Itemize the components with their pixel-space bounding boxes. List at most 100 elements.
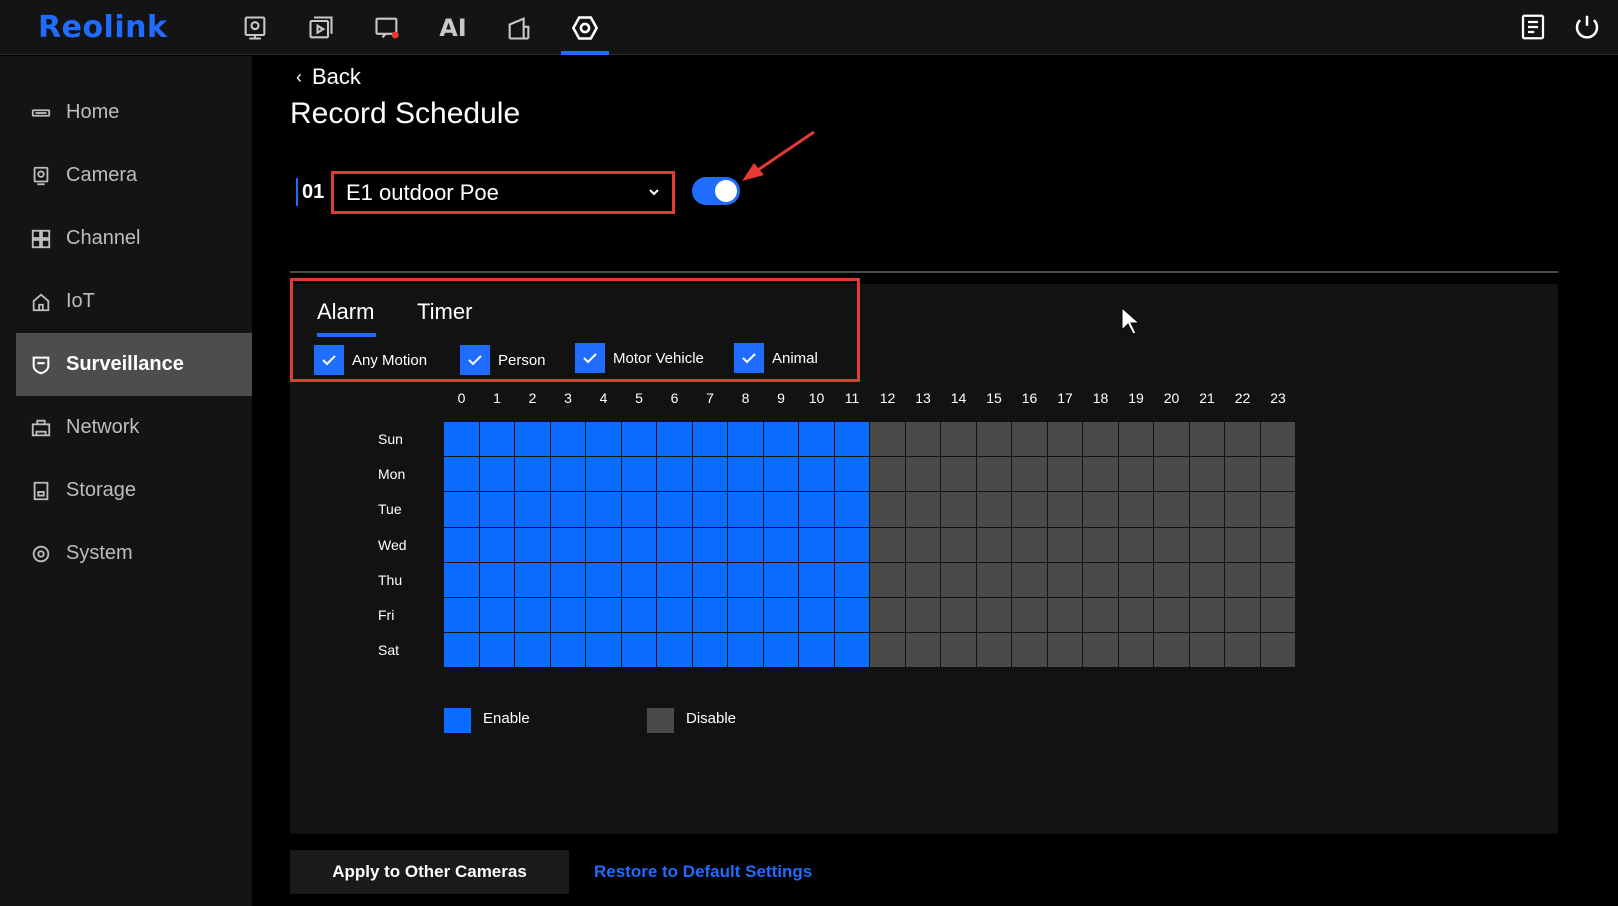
schedule-cell[interactable] [905,422,941,458]
schedule-cell[interactable] [444,562,480,598]
schedule-cell[interactable] [657,562,693,598]
schedule-cell[interactable] [657,457,693,493]
schedule-cell[interactable] [728,597,764,634]
schedule-cell[interactable] [799,597,835,634]
camera-select[interactable]: E1 outdoor Poe [331,171,675,214]
schedule-cell[interactable] [1012,492,1048,528]
schedule-cell[interactable] [692,633,728,669]
schedule-cell[interactable] [834,633,870,669]
schedule-cell[interactable] [905,633,941,669]
schedule-cell[interactable] [515,597,551,634]
schedule-cell[interactable] [1189,562,1225,598]
schedule-cell[interactable] [941,457,977,493]
schedule-cell[interactable] [657,492,693,528]
schedule-cell[interactable] [1012,597,1048,634]
schedule-cell[interactable] [763,633,799,669]
schedule-cell[interactable] [657,597,693,634]
sidebar-item-network[interactable]: Network [16,396,252,459]
schedule-cell[interactable] [1012,422,1048,458]
schedule-cell[interactable] [621,633,657,669]
schedule-cell[interactable] [550,562,586,598]
schedule-cell[interactable] [834,527,870,563]
apply-to-other-cameras-button[interactable]: Apply to Other Cameras [290,850,569,894]
schedule-cell[interactable] [905,597,941,634]
schedule-cell[interactable] [941,633,977,669]
schedule-cell[interactable] [834,457,870,493]
schedule-cell[interactable] [444,527,480,563]
tab-alarm[interactable]: Alarm [317,299,377,337]
schedule-cell[interactable] [621,562,657,598]
checkbox-motor-vehicle[interactable]: Motor Vehicle [575,343,704,373]
schedule-cell[interactable] [621,492,657,528]
schedule-cell[interactable] [728,633,764,669]
schedule-cell[interactable] [976,562,1012,598]
schedule-cell[interactable] [728,457,764,493]
schedule-cell[interactable] [1225,597,1261,634]
schedule-cell[interactable] [692,422,728,458]
schedule-enable-toggle[interactable] [692,177,740,205]
schedule-cell[interactable] [586,457,622,493]
schedule-cell[interactable] [692,562,728,598]
schedule-grid[interactable] [444,422,1296,669]
schedule-cell[interactable] [1012,527,1048,563]
schedule-cell[interactable] [905,527,941,563]
sidebar-item-iot[interactable]: IoT [16,270,252,333]
schedule-cell[interactable] [550,492,586,528]
schedule-cell[interactable] [1225,633,1261,669]
sidebar-item-camera[interactable]: Camera [16,144,252,207]
schedule-cell[interactable] [479,422,515,458]
schedule-cell[interactable] [728,562,764,598]
schedule-cell[interactable] [515,492,551,528]
schedule-cell[interactable] [728,492,764,528]
schedule-cell[interactable] [905,457,941,493]
schedule-cell[interactable] [1012,562,1048,598]
schedule-cell[interactable] [621,422,657,458]
schedule-cell[interactable] [550,422,586,458]
schedule-cell[interactable] [1118,457,1154,493]
schedule-cell[interactable] [1154,492,1190,528]
schedule-cell[interactable] [1118,422,1154,458]
schedule-cell[interactable] [763,492,799,528]
schedule-cell[interactable] [444,457,480,493]
schedule-cell[interactable] [1225,422,1261,458]
schedule-cell[interactable] [444,492,480,528]
schedule-cell[interactable] [1225,457,1261,493]
schedule-cell[interactable] [1083,422,1119,458]
schedule-cell[interactable] [1189,457,1225,493]
schedule-cell[interactable] [586,422,622,458]
schedule-cell[interactable] [941,527,977,563]
schedule-cell[interactable] [1083,492,1119,528]
schedule-cell[interactable] [976,422,1012,458]
schedule-cell[interactable] [1118,597,1154,634]
schedule-cell[interactable] [550,527,586,563]
schedule-cell[interactable] [941,492,977,528]
schedule-cell[interactable] [870,597,906,634]
schedule-cell[interactable] [1118,527,1154,563]
schedule-cell[interactable] [870,492,906,528]
schedule-cell[interactable] [1260,597,1296,634]
schedule-cell[interactable] [1118,633,1154,669]
schedule-cell[interactable] [1012,457,1048,493]
schedule-cell[interactable] [941,422,977,458]
schedule-cell[interactable] [976,527,1012,563]
tab-settings[interactable] [552,0,618,55]
schedule-cell[interactable] [586,633,622,669]
schedule-cell[interactable] [1083,633,1119,669]
schedule-cell[interactable] [870,633,906,669]
schedule-cell[interactable] [1118,492,1154,528]
schedule-cell[interactable] [834,597,870,634]
schedule-cell[interactable] [1189,633,1225,669]
schedule-cell[interactable] [479,597,515,634]
schedule-cell[interactable] [1047,633,1083,669]
schedule-cell[interactable] [444,633,480,669]
checkbox-person[interactable]: Person [460,345,546,375]
schedule-cell[interactable] [692,492,728,528]
schedule-cell[interactable] [834,492,870,528]
schedule-cell[interactable] [870,457,906,493]
schedule-cell[interactable] [692,597,728,634]
tab-alerts[interactable] [354,0,420,55]
sidebar-item-channel[interactable]: Channel [16,207,252,270]
power-icon[interactable] [1572,12,1602,42]
schedule-cell[interactable] [799,527,835,563]
schedule-cell[interactable] [1083,527,1119,563]
